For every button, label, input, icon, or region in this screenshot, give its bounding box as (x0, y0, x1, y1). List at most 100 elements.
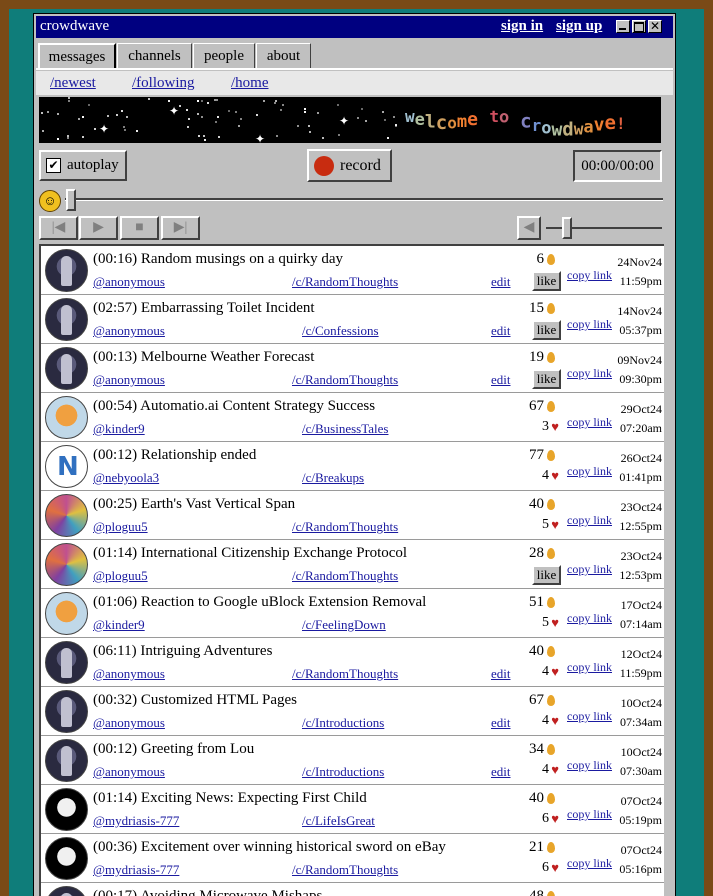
channel-link[interactable]: /c/RandomThoughts (292, 372, 398, 388)
channel-link[interactable]: /c/Introductions (302, 715, 384, 731)
user-link[interactable]: @ploguu5 (93, 568, 148, 584)
minimize-button[interactable] (616, 20, 630, 33)
seek-thumb[interactable] (66, 189, 76, 211)
message-title[interactable]: (00:32) Customized HTML Pages (93, 692, 297, 709)
speaker-icon[interactable]: ◀ (517, 216, 541, 240)
list-item[interactable]: (00:54) Automatio.ai Content Strategy Su… (41, 393, 664, 442)
autoplay-checkbox[interactable]: ✔ (46, 158, 61, 173)
user-link[interactable]: @nebyoola3 (93, 470, 159, 486)
play-button[interactable]: ▶ (79, 216, 118, 240)
list-item[interactable]: (00:13) Melbourne Weather Forecast @anony… (41, 344, 664, 393)
channel-link[interactable]: /c/RandomThoughts (292, 568, 398, 584)
sign-in-link[interactable]: sign in (501, 18, 543, 35)
list-item[interactable]: (06:11) Intriguing Adventures @anonymous /… (41, 638, 664, 687)
message-title[interactable]: (02:57) Embarrassing Toilet Incident (93, 300, 315, 317)
like-button[interactable]: like (532, 271, 561, 291)
user-link[interactable]: @ploguu5 (93, 519, 148, 535)
list-item[interactable]: (00:12) Greeting from Lou @anonymous/c/In… (41, 736, 664, 785)
avatar[interactable] (45, 886, 88, 896)
edit-link[interactable]: edit (491, 764, 511, 780)
maximize-button[interactable] (632, 20, 646, 33)
list-item[interactable]: (02:57) Embarrassing Toilet Incident @ano… (41, 295, 664, 344)
stop-button[interactable]: ■ (120, 216, 159, 240)
user-link[interactable]: @anonymous (93, 764, 165, 780)
like-button[interactable]: like (532, 565, 561, 585)
edit-link[interactable]: edit (491, 715, 511, 731)
copy-link[interactable]: copy link (567, 807, 612, 822)
nav-home-link[interactable]: /home (231, 75, 269, 92)
message-title[interactable]: (00:12) Relationship ended (93, 447, 256, 464)
volume-thumb[interactable] (562, 217, 572, 239)
user-link[interactable]: @anonymous (93, 323, 165, 339)
avatar[interactable] (45, 298, 88, 341)
list-item[interactable]: (01:06) Reaction to Google uBlock Extens… (41, 589, 664, 638)
list-item[interactable]: (00:25) Earth's Vast Vertical Span @plogu… (41, 491, 664, 540)
tab-about[interactable]: about (256, 43, 311, 68)
nav-newest-link[interactable]: /newest (50, 75, 96, 92)
message-title[interactable]: (00:13) Melbourne Weather Forecast (93, 349, 314, 366)
list-item[interactable]: (01:14) International Citizenship Exchan… (41, 540, 664, 589)
copy-link[interactable]: copy link (567, 611, 612, 626)
message-title[interactable]: (01:06) Reaction to Google uBlock Extens… (93, 594, 426, 611)
edit-link[interactable]: edit (491, 323, 511, 339)
user-link[interactable]: @anonymous (93, 666, 165, 682)
message-title[interactable]: (00:36) Excitement over winning historic… (93, 839, 446, 856)
copy-link[interactable]: copy link (567, 513, 612, 528)
copy-link[interactable]: copy link (567, 562, 612, 577)
tab-messages[interactable]: messages (38, 43, 116, 68)
message-title[interactable]: (00:17) Avoiding Microwave Mishaps (93, 888, 322, 896)
list-item[interactable]: (00:36) Excitement over winning historic… (41, 834, 664, 883)
copy-link[interactable]: copy link (567, 709, 612, 724)
like-button[interactable]: like (532, 320, 561, 340)
close-button[interactable]: ✕ (648, 19, 662, 33)
message-title[interactable]: (00:54) Automatio.ai Content Strategy Su… (93, 398, 375, 415)
list-item[interactable]: (01:14) Exciting News: Expecting First C… (41, 785, 664, 834)
user-link[interactable]: @mydriasis-777 (93, 813, 179, 829)
list-item[interactable]: (00:17) Avoiding Microwave Mishaps 48 (41, 883, 664, 896)
avatar[interactable] (45, 788, 88, 831)
channel-link[interactable]: /c/Breakups (302, 470, 364, 486)
message-title[interactable]: (00:16) Random musings on a quirky day (93, 251, 343, 268)
avatar[interactable] (45, 641, 88, 684)
user-link[interactable]: @anonymous (93, 372, 165, 388)
record-button[interactable]: record (307, 149, 392, 182)
avatar[interactable] (45, 592, 88, 635)
avatar[interactable] (45, 396, 88, 439)
like-button[interactable]: like (532, 369, 561, 389)
skip-back-button[interactable]: |◀ (39, 216, 78, 240)
channel-link[interactable]: /c/LifeIsGreat (302, 813, 375, 829)
user-link[interactable]: @anonymous (93, 715, 165, 731)
avatar[interactable]: N (45, 445, 88, 488)
copy-link[interactable]: copy link (567, 464, 612, 479)
sign-up-link[interactable]: sign up (556, 18, 602, 35)
copy-link[interactable]: copy link (567, 268, 612, 283)
edit-link[interactable]: edit (491, 666, 511, 682)
copy-link[interactable]: copy link (567, 856, 612, 871)
channel-link[interactable]: /c/FeelingDown (302, 617, 386, 633)
copy-link[interactable]: copy link (567, 758, 612, 773)
avatar[interactable] (45, 739, 88, 782)
nav-following-link[interactable]: /following (132, 75, 195, 92)
copy-link[interactable]: copy link (567, 660, 612, 675)
avatar[interactable] (45, 690, 88, 733)
skip-forward-button[interactable]: ▶| (161, 216, 200, 240)
seek-track[interactable] (65, 198, 663, 201)
copy-link[interactable]: copy link (567, 317, 612, 332)
message-title[interactable]: (00:25) Earth's Vast Vertical Span (93, 496, 295, 513)
autoplay-toggle[interactable]: ✔ autoplay (39, 150, 127, 181)
channel-link[interactable]: /c/RandomThoughts (292, 274, 398, 290)
user-link[interactable]: @mydriasis-777 (93, 862, 179, 878)
seek-bar[interactable]: ☺ (39, 187, 663, 213)
channel-link[interactable]: /c/RandomThoughts (292, 666, 398, 682)
channel-link[interactable]: /c/BusinessTales (302, 421, 388, 437)
list-item[interactable]: N (00:12) Relationship ended @nebyoola3/c/… (41, 442, 664, 491)
avatar[interactable] (45, 543, 88, 586)
user-link[interactable]: @kinder9 (93, 421, 145, 437)
list-item[interactable]: (00:32) Customized HTML Pages @anonymous /… (41, 687, 664, 736)
copy-link[interactable]: copy link (567, 415, 612, 430)
channel-link[interactable]: /c/Confessions (302, 323, 379, 339)
message-title[interactable]: (00:12) Greeting from Lou (93, 741, 254, 758)
list-item[interactable]: (00:16) Random musings on a quirky day @a… (41, 246, 664, 295)
tab-people[interactable]: people (193, 43, 255, 68)
message-title[interactable]: (01:14) Exciting News: Expecting First C… (93, 790, 367, 807)
